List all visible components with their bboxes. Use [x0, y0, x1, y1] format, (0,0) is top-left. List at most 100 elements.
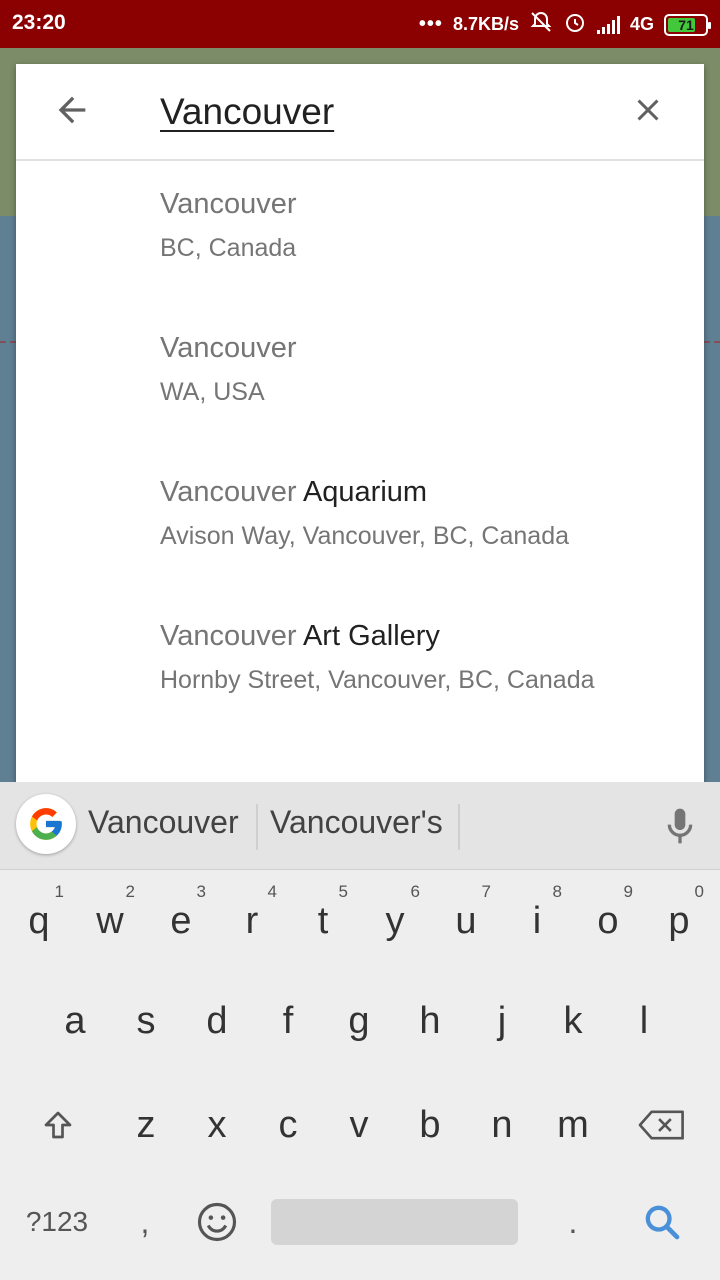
close-icon — [637, 99, 659, 121]
key-f[interactable]: f — [255, 978, 321, 1064]
key-label: b — [419, 1104, 441, 1146]
key-label: e — [170, 900, 192, 942]
key-x[interactable]: x — [184, 1082, 250, 1168]
battery-icon: 71 — [664, 13, 711, 36]
key-label: d — [206, 1000, 228, 1042]
key-hint: 1 — [54, 882, 64, 901]
keyboard: Vancouver Vancouver's 1q 2w 3e 4r 5t 6y … — [0, 782, 720, 1280]
emoji-key[interactable] — [184, 1182, 250, 1262]
network-type: 4G — [629, 14, 654, 34]
search-input[interactable] — [160, 86, 600, 138]
key-hint: 7 — [481, 882, 491, 901]
key-label: v — [349, 1104, 369, 1146]
key-k[interactable]: k — [540, 978, 606, 1064]
battery-level: 71 — [678, 16, 694, 33]
key-label: z — [136, 1104, 156, 1146]
key-hint: 6 — [410, 882, 420, 901]
signal-icon — [596, 15, 620, 34]
key-label: a — [64, 1000, 86, 1042]
key-v[interactable]: v — [326, 1082, 392, 1168]
backspace-key[interactable] — [624, 1082, 700, 1168]
shift-key[interactable] — [20, 1082, 96, 1168]
result-item[interactable]: Vancouver Art Gallery Hornby Street, Van… — [16, 594, 704, 738]
key-w[interactable]: 2w — [77, 878, 143, 964]
key-m[interactable]: m — [540, 1082, 606, 1168]
search-key[interactable] — [624, 1182, 700, 1262]
key-j[interactable]: j — [469, 978, 535, 1064]
key-label: r — [245, 900, 259, 942]
result-item[interactable]: Vancouver BC, Canada — [16, 162, 704, 306]
key-hint: 3 — [196, 882, 206, 901]
result-title: Vancouver Aquarium — [160, 476, 428, 508]
search-panel: Vancouver BC, Canada Vancouver WA, USA V… — [16, 64, 704, 784]
key-label: y — [385, 900, 405, 942]
result-title: Vancouver Art Gallery — [160, 620, 440, 652]
key-r[interactable]: 4r — [219, 878, 285, 964]
key-q[interactable]: 1q — [6, 878, 72, 964]
google-icon[interactable] — [16, 794, 76, 854]
key-e[interactable]: 3e — [148, 878, 214, 964]
key-hint: 8 — [552, 882, 562, 901]
suggestion-divider — [256, 804, 258, 850]
symbols-key[interactable]: ?123 — [10, 1182, 104, 1262]
key-label: w — [96, 900, 124, 942]
result-item[interactable]: Vancouver Aquarium Avison Way, Vancouver… — [16, 450, 704, 594]
key-t[interactable]: 5t — [290, 878, 356, 964]
key-label: q — [28, 900, 50, 942]
key-label: c — [278, 1104, 298, 1146]
shift-icon — [44, 1111, 72, 1139]
key-hint: 5 — [338, 882, 348, 901]
spacebar[interactable] — [271, 1199, 518, 1245]
key-label: p — [668, 900, 690, 942]
key-o[interactable]: 9o — [575, 878, 641, 964]
key-label: l — [639, 1000, 649, 1042]
key-h[interactable]: h — [397, 978, 463, 1064]
key-a[interactable]: a — [42, 978, 108, 1064]
key-z[interactable]: z — [113, 1082, 179, 1168]
comma-key[interactable]: , — [112, 1182, 178, 1262]
key-label: t — [317, 900, 329, 942]
result-subtitle: WA, USA — [160, 378, 265, 406]
suggestion-item[interactable]: Vancouver — [88, 804, 239, 841]
key-b[interactable]: b — [397, 1082, 463, 1168]
key-label: m — [557, 1104, 589, 1146]
key-l[interactable]: l — [611, 978, 677, 1064]
key-label: s — [136, 1000, 156, 1042]
key-c[interactable]: c — [255, 1082, 321, 1168]
search-icon — [645, 1205, 680, 1240]
arrow-back-icon — [58, 96, 86, 124]
mic-icon — [667, 808, 693, 844]
clear-button[interactable] — [624, 86, 672, 134]
key-d[interactable]: d — [184, 978, 250, 1064]
key-p[interactable]: 0p — [646, 878, 712, 964]
key-label: x — [207, 1104, 227, 1146]
key-label: g — [348, 1000, 370, 1042]
key-label: i — [532, 900, 542, 942]
bell-off-icon — [529, 10, 553, 39]
mic-button[interactable] — [658, 802, 702, 850]
result-subtitle: Avison Way, Vancouver, BC, Canada — [160, 522, 570, 550]
key-s[interactable]: s — [113, 978, 179, 1064]
result-subtitle: Hornby Street, Vancouver, BC, Canada — [160, 666, 595, 694]
result-item[interactable]: Vancouver WA, USA — [16, 306, 704, 450]
result-subtitle: BC, Canada — [160, 234, 297, 262]
back-button[interactable] — [48, 86, 96, 134]
key-n[interactable]: n — [469, 1082, 535, 1168]
key-label: u — [455, 900, 477, 942]
status-bar: 23:20 ••• 8.7KB/s 4G 71 — [0, 0, 720, 48]
status-icons: ••• 8.7KB/s 4G 71 — [418, 10, 711, 39]
key-label: o — [597, 900, 619, 942]
notification-dots: ••• — [418, 13, 443, 35]
key-i[interactable]: 8i — [504, 878, 570, 964]
key-hint: 2 — [125, 882, 135, 901]
alarm-icon — [563, 10, 587, 39]
key-g[interactable]: g — [326, 978, 392, 1064]
suggestion-item[interactable]: Vancouver's — [270, 804, 443, 841]
suggestion-strip: Vancouver Vancouver's — [0, 782, 720, 870]
emoji-icon — [197, 1202, 237, 1242]
key-label: h — [419, 1000, 441, 1042]
key-hint: 9 — [623, 882, 633, 901]
key-y[interactable]: 6y — [362, 878, 428, 964]
period-key[interactable]: . — [540, 1182, 606, 1262]
key-u[interactable]: 7u — [433, 878, 499, 964]
